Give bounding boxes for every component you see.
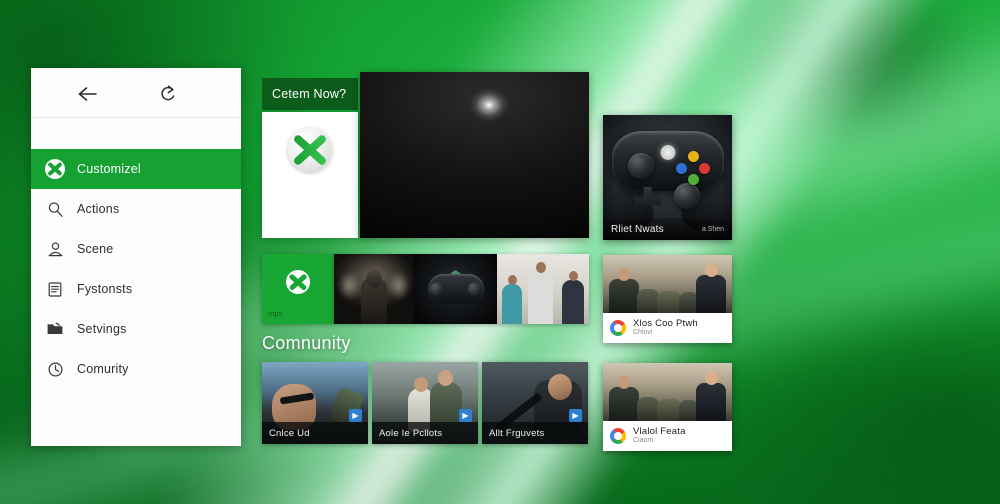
video-card[interactable]: Vlalol Feata Ciaom <box>603 363 732 451</box>
card-artwork <box>603 363 732 421</box>
community-card[interactable]: ▶ Cnlce Ud <box>262 362 368 444</box>
sidebar-item-label: Comurity <box>77 362 129 376</box>
xbox-logo-card[interactable] <box>262 112 358 238</box>
xbox-guide-button-icon <box>660 145 675 160</box>
search-icon <box>45 199 65 219</box>
xbox-logo-icon <box>288 128 332 172</box>
person-3 <box>562 280 584 324</box>
google-g-icon <box>610 320 626 336</box>
card-artwork <box>603 255 732 313</box>
thumbstick-left <box>627 153 654 179</box>
sidebar-item-actions[interactable]: Actions <box>31 189 241 229</box>
crowd-figure <box>637 289 659 313</box>
crowd-head <box>705 263 718 277</box>
play-badge-icon: ▶ <box>459 409 472 422</box>
sidebar-item-label: Scene <box>77 242 114 256</box>
figure-2-head <box>438 370 453 386</box>
thumbnail-xbox[interactable]: Inps <box>262 254 334 324</box>
back-arrow-icon[interactable] <box>76 82 100 106</box>
thumbstick-right <box>468 282 481 296</box>
community-card[interactable]: ▶ Allt Frguvets <box>482 362 588 444</box>
controller-body <box>611 131 724 215</box>
sidebar-item-label: Actions <box>77 202 120 216</box>
crowd-head <box>618 376 630 389</box>
controller-tile-caption: Rliet Nwats a Shen <box>603 218 732 240</box>
crowd-figure <box>657 291 681 313</box>
google-g-icon <box>610 428 626 444</box>
thumbnail-ninja[interactable] <box>334 254 414 324</box>
community-card-row: ▶ Cnlce Ud ▶ Aole Ie Pcllots ▶ Allt Frgu… <box>262 362 589 444</box>
crowd-figure <box>696 383 726 421</box>
crowd-figure <box>609 279 639 313</box>
button-y <box>687 151 699 162</box>
folder-icon <box>45 319 65 339</box>
card-caption: Allt Frguvets <box>482 422 588 444</box>
video-card-meta: Xlos Coo Ptwh Chlovi <box>603 313 732 343</box>
card-caption: Cnlce Ud <box>262 422 368 444</box>
wing-glow-right <box>386 272 412 306</box>
abxy-buttons <box>675 151 710 185</box>
wing-glow-left <box>336 272 362 306</box>
play-badge-icon: ▶ <box>349 409 362 422</box>
sidebar-item-customize[interactable]: Customizel <box>31 149 241 189</box>
sidebar-panel: Customizel Actions Scene Fystonsts Setvi… <box>31 68 241 446</box>
sidebar-header <box>31 68 241 118</box>
thumbstick-right <box>673 183 700 209</box>
sidebar-item-community[interactable]: Comurity <box>31 349 241 389</box>
character-head <box>366 270 382 287</box>
play-badge-icon: ▶ <box>569 409 582 422</box>
person-2-head <box>536 262 546 273</box>
soldier-head <box>548 374 572 400</box>
crowd-head <box>705 371 718 385</box>
crowd-figure <box>657 399 681 421</box>
person-2 <box>528 272 553 324</box>
screen-root: Customizel Actions Scene Fystonsts Setvi… <box>0 0 1000 504</box>
refresh-icon[interactable] <box>156 82 180 106</box>
community-card[interactable]: ▶ Aole Ie Pcllots <box>372 362 478 444</box>
button-x <box>675 163 687 174</box>
thumbstick-left <box>430 282 443 296</box>
video-card-subtitle: Chlovi <box>633 329 653 337</box>
video-card-subtitle: Ciaom <box>633 437 654 445</box>
thumbnail-people[interactable] <box>497 254 589 324</box>
person-1 <box>502 284 522 324</box>
video-card-title: Xlos Coo Ptwh <box>633 317 698 329</box>
video-card-meta: Vlalol Feata Ciaom <box>603 421 732 451</box>
sidebar-item-label: Setvings <box>77 322 127 336</box>
sidebar-item-fystonsts[interactable]: Fystonsts <box>31 269 241 309</box>
thumbnail-controller[interactable] <box>414 254 497 324</box>
controller-caption-title: Rliet Nwats <box>611 223 664 235</box>
document-icon <box>45 279 65 299</box>
sidebar-item-scene[interactable]: Scene <box>31 229 241 269</box>
sidebar-item-label: Customizel <box>77 162 141 176</box>
person-icon <box>45 239 65 259</box>
crowd-figure <box>609 387 639 421</box>
xbox-logo-icon <box>286 270 310 294</box>
button-a <box>687 174 699 185</box>
figure-1-head <box>414 377 428 392</box>
button-b <box>698 163 710 174</box>
video-card[interactable]: Xlos Coo Ptwh Chlovi <box>603 255 732 343</box>
sidebar-item-settings[interactable]: Setvings <box>31 309 241 349</box>
clock-icon <box>45 359 65 379</box>
controller-caption-sub: a Shen <box>701 225 724 233</box>
community-heading: Comnunity <box>262 333 351 353</box>
card-caption: Aole Ie Pcllots <box>372 422 478 444</box>
xbox-controller-tile[interactable]: Rliet Nwats a Shen <box>603 115 732 240</box>
crowd-figure <box>637 397 659 421</box>
crowd-figure <box>696 275 726 313</box>
hero-dark-tile[interactable] <box>360 72 589 238</box>
thumbnail-label: Inps <box>268 311 283 318</box>
crowd-head <box>618 268 630 281</box>
sidebar-nav-list: Customizel Actions Scene Fystonsts Setvi… <box>31 149 241 389</box>
sidebar-item-label: Fystonsts <box>77 282 133 296</box>
person-3-head <box>569 271 578 281</box>
sidebar-header-divider <box>31 117 241 118</box>
thumbnail-row: Inps <box>262 254 589 324</box>
tab-now-playing[interactable]: Cetem Now? <box>262 78 358 110</box>
person-1-head <box>508 275 517 285</box>
xbox-logo-icon <box>45 159 65 179</box>
video-card-title: Vlalol Feata <box>633 425 686 437</box>
